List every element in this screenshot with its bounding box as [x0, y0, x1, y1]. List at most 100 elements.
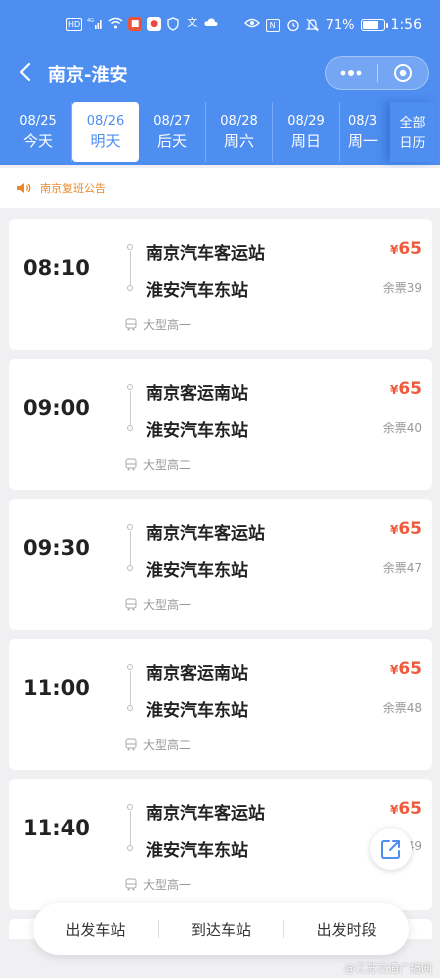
bus-type: 大型高一 [125, 876, 191, 893]
status-bar-left-icons: HD 4G ■ ● 文 [66, 17, 218, 31]
date-tab-bar: 08/25 今天 08/26 明天 08/27 后天 08/28 周六 08/2… [5, 102, 435, 162]
price-value: 65 [398, 799, 422, 819]
departure-time: 08:10 [23, 256, 90, 280]
date-tab-0[interactable]: 08/25 今天 [5, 102, 72, 162]
filter-arrival-station[interactable]: 到达车站 [159, 919, 284, 940]
app-notification-icon-2: ● [147, 17, 162, 31]
remaining-seats: 余票48 [382, 701, 422, 715]
target-close-icon [393, 64, 412, 82]
date-tab-date: 08/29 [287, 114, 325, 129]
departure-station: 南京客运南站 [146, 664, 248, 684]
back-button[interactable] [14, 60, 36, 84]
share-icon [381, 840, 400, 859]
remaining-seats: 余票39 [382, 281, 422, 295]
more-button[interactable] [326, 57, 377, 89]
filter-departure-period[interactable]: 出发时段 [284, 919, 409, 940]
bus-icon [125, 878, 137, 891]
price-value: 65 [398, 379, 422, 399]
bus-icon [125, 598, 137, 611]
date-tab-weekday: 明天 [90, 132, 121, 150]
date-tab-weekday: 今天 [22, 132, 53, 150]
status-bar-right-icons: N 71% 1:56 [243, 17, 422, 33]
all-calendar-button[interactable]: 全部 日历 [390, 102, 435, 162]
departure-time: 11:40 [23, 816, 90, 840]
bus-icon [125, 738, 137, 751]
route-rail [125, 384, 135, 432]
date-tab-date: 08/28 [220, 114, 258, 129]
cloud-icon [204, 17, 218, 31]
arrival-station: 淮安汽车东站 [146, 841, 248, 861]
date-tab-3[interactable]: 08/28 周六 [206, 102, 273, 162]
date-tab-weekday: 后天 [156, 132, 187, 150]
app-header-background: HD 4G ■ ● 文 N 71% 1:56 南京-淮安 08/25 今天 08… [0, 0, 440, 165]
date-tab-date: 08/3 [348, 114, 378, 129]
trip-card[interactable]: 09:30 南京汽车客运站 淮安汽车东站 ¥65 余票47 大型高一 [9, 499, 432, 630]
departure-station: 南京汽车客运站 [146, 804, 265, 824]
date-tab-2[interactable]: 08/27 后天 [139, 102, 206, 162]
route-rail [125, 664, 135, 712]
hd-icon: HD [66, 17, 83, 31]
chevron-left-icon [19, 62, 31, 82]
date-tab-4[interactable]: 08/29 周日 [273, 102, 340, 162]
date-tab-1[interactable]: 08/26 明天 [72, 102, 139, 162]
battery-percent: 71% [325, 17, 355, 33]
all-calendar-label-1: 全部 [399, 116, 426, 131]
miniprogram-capsule [325, 56, 429, 90]
bus-type-label: 大型高二 [143, 738, 192, 752]
notice-bar[interactable]: 南京复班公告 [0, 168, 440, 208]
bus-type: 大型高一 [125, 596, 191, 613]
price-value: 65 [398, 519, 422, 539]
route-rail [125, 244, 135, 292]
alarm-icon [286, 18, 300, 32]
bus-type: 大型高二 [125, 736, 191, 753]
ticket-price: ¥65 [390, 239, 422, 259]
filter-bar: 出发车站 到达车站 出发时段 [33, 903, 409, 955]
status-bar: HD 4G ■ ● 文 N 71% 1:56 [0, 0, 440, 44]
date-tab-weekday: 周日 [290, 132, 321, 150]
trip-card[interactable]: 11:40 南京汽车客运站 淮安汽车东站 ¥65 49 大型高一 [9, 779, 432, 910]
filter-departure-station[interactable]: 出发车站 [33, 919, 158, 940]
bus-icon [125, 458, 137, 471]
bus-type: 大型高二 [125, 456, 191, 473]
all-calendar-label-2: 日历 [399, 136, 426, 151]
trip-card[interactable]: 08:10 南京汽车客运站 淮安汽车东站 ¥65 余票39 大型高一 [9, 219, 432, 350]
date-tab-weekday: 周一 [348, 132, 379, 150]
trip-card[interactable]: 11:00 南京客运南站 淮安汽车东站 ¥65 余票48 大型高二 [9, 639, 432, 770]
bus-type: 大型高一 [125, 316, 191, 333]
trip-card[interactable]: 09:00 南京客运南站 淮安汽车东站 ¥65 余票40 大型高二 [9, 359, 432, 490]
close-miniprogram-button[interactable] [378, 57, 429, 89]
ticket-price: ¥65 [390, 519, 422, 539]
notice-text: 南京复班公告 [40, 182, 106, 195]
date-tab-date: 08/26 [86, 114, 125, 129]
price-value: 65 [398, 239, 422, 259]
nav-header: 南京-淮安 [0, 52, 440, 94]
date-tab-date: 08/27 [153, 114, 191, 129]
date-tab-date: 08/25 [19, 114, 57, 129]
remaining-seats: 余票40 [382, 421, 422, 435]
more-dots-icon [340, 70, 362, 76]
share-button[interactable] [370, 828, 412, 870]
app-notification-icon: ■ [128, 17, 143, 31]
arrival-station: 淮安汽车东站 [146, 281, 248, 301]
shield-icon [166, 17, 180, 31]
route-rail [125, 524, 135, 572]
bus-type-label: 大型高一 [143, 878, 192, 892]
route-rail [125, 804, 135, 852]
ticket-price: ¥65 [390, 659, 422, 679]
translate-icon: 文 [187, 18, 198, 29]
signal-icon: 4G [87, 17, 103, 31]
arrival-station: 淮安汽车东站 [146, 421, 248, 441]
bus-type-label: 大型高一 [143, 598, 192, 612]
arrival-station: 淮安汽车东站 [146, 701, 248, 721]
departure-station: 南京汽车客运站 [146, 524, 265, 544]
price-value: 65 [398, 659, 422, 679]
battery-icon [360, 19, 388, 31]
bus-type-label: 大型高一 [143, 318, 192, 332]
date-tab-5[interactable]: 08/3 周一 [340, 102, 380, 162]
departure-station: 南京客运南站 [146, 384, 248, 404]
ticket-price: ¥65 [390, 799, 422, 819]
departure-time: 09:00 [23, 396, 90, 420]
ticket-price: ¥65 [390, 379, 422, 399]
departure-time: 09:30 [23, 536, 90, 560]
date-tab-weekday: 周六 [223, 132, 254, 150]
